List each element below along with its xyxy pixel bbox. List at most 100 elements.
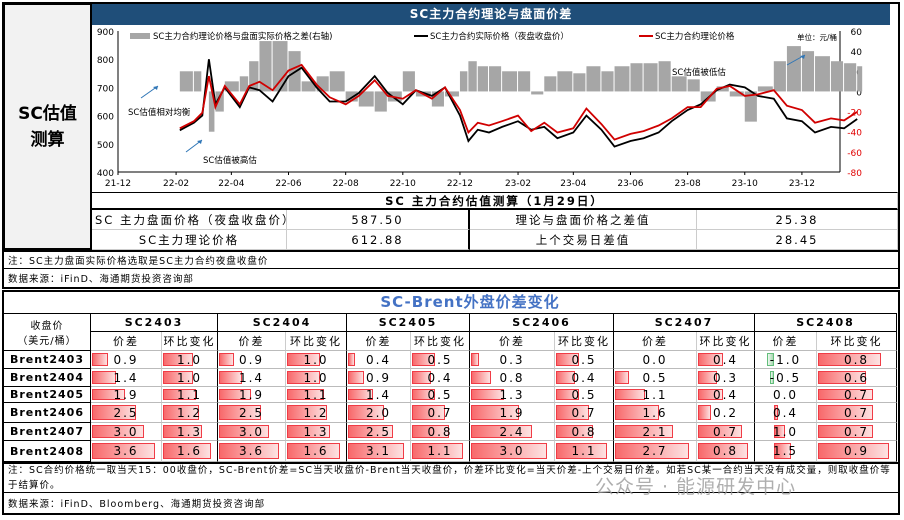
diff-cell: 0.4 — [347, 351, 411, 369]
diff-cell: 2.5 — [218, 403, 286, 423]
change-value: 0.8 — [571, 424, 597, 439]
spread-bar — [193, 71, 202, 92]
row-label: Brent2405 — [3, 387, 91, 403]
diff-value: 0.9 — [238, 352, 265, 367]
diff-value: 1.0 — [772, 424, 799, 439]
market-price-value: 587.50 — [287, 210, 470, 230]
change-cell: 1.0 — [162, 351, 218, 369]
change-cell: 1.6 — [286, 441, 347, 462]
x-tick-label: 23-02 — [505, 179, 531, 189]
diff-value: 1.4 — [113, 370, 139, 385]
y-left-tick: 600 — [97, 113, 114, 123]
diff-value: 1.4 — [238, 370, 265, 385]
corner-label: 收盘价 — [30, 321, 64, 332]
spread-bar — [830, 61, 844, 92]
x-tick-label: 23-08 — [675, 179, 701, 189]
change-value: 0.5 — [571, 352, 597, 367]
legend-actual: SC主力合约实际价格（夜盘收盘价） — [430, 31, 569, 42]
diff-value: 2.1 — [642, 424, 668, 439]
change-cell: 1.1 — [162, 387, 218, 403]
theory-price-value: 612.88 — [287, 230, 470, 250]
change-value: 1.6 — [303, 444, 329, 458]
contract-header: SC2403 — [91, 313, 218, 332]
spread-bar — [557, 71, 573, 92]
contract-header: SC2406 — [470, 313, 614, 332]
data-bar — [471, 353, 479, 366]
diff-cell: 2.0 — [347, 403, 411, 423]
row-label: Brent2404 — [3, 369, 91, 387]
change-value: 1.0 — [303, 370, 329, 385]
change-value: 1.2 — [303, 405, 329, 420]
diff-cell: 1.4 — [347, 387, 411, 403]
diff-cell: 1.9 — [218, 387, 286, 403]
change-value: 1.3 — [176, 424, 203, 439]
diff-cell: -1.0 — [755, 351, 817, 369]
subheader-diff: 价差 — [347, 332, 411, 351]
change-cell: 0.5 — [411, 387, 470, 403]
subheader-change: 环比变化 — [817, 332, 897, 351]
change-value: 1.0 — [303, 352, 329, 367]
contract-header: SC2404 — [218, 313, 347, 332]
x-tick-label: 22-10 — [390, 179, 416, 189]
x-tick-label: 22-02 — [163, 179, 189, 189]
spread-bar — [773, 61, 786, 92]
market-price-label: SC 主力盘面价格（夜盘收盘价） — [92, 210, 287, 230]
change-cell: 0.9 — [817, 441, 897, 462]
diff-cell: 0.9 — [91, 351, 162, 369]
diff-cell: 3.0 — [470, 441, 555, 462]
prev-diff-label: 上个交易日差值 — [470, 230, 697, 250]
change-cell: 0.4 — [555, 369, 614, 387]
change-cell: 0.2 — [697, 403, 755, 423]
subheader-diff: 价差 — [755, 332, 817, 351]
change-value: 0.4 — [712, 352, 739, 367]
diff-cell: -0.5 — [755, 369, 817, 387]
change-value: 0.4 — [571, 370, 597, 385]
diff-cell: 0.5 — [614, 369, 697, 387]
diff-cell: 0.8 — [470, 369, 555, 387]
diff-value: 1.4 — [365, 387, 392, 402]
change-cell: 1.0 — [286, 351, 347, 369]
subheader-change: 环比变化 — [697, 332, 755, 351]
x-tick-label: 22-12 — [447, 179, 473, 189]
change-cell: 1.2 — [286, 403, 347, 423]
change-cell: 0.7 — [411, 403, 470, 423]
spread-bar — [459, 71, 468, 92]
change-cell: 0.4 — [411, 369, 470, 387]
change-value: 0.7 — [712, 424, 739, 439]
spread-bar — [844, 63, 857, 92]
data-bar — [92, 353, 108, 366]
y-right-tick: -60 — [847, 149, 862, 159]
diff-value: 1.1 — [642, 387, 668, 402]
subheader-change: 环比变化 — [555, 332, 614, 351]
spread-bar — [815, 56, 830, 92]
change-value: 0.5 — [427, 387, 453, 402]
diff-value: 3.6 — [113, 444, 139, 458]
spread-bar — [374, 91, 387, 112]
x-tick-label: 23-06 — [617, 179, 643, 189]
x-tick-label: 22-08 — [333, 179, 359, 189]
x-tick-label: 23-12 — [789, 179, 815, 189]
spread-bar — [573, 73, 586, 92]
annotation-overvalued: SC估值被高估 — [203, 155, 257, 166]
section-label: SC估值测算 — [3, 3, 92, 250]
y-right-tick: 40 — [851, 48, 863, 58]
change-cell: 0.7 — [817, 423, 897, 441]
diff-value: 25.38 — [697, 210, 898, 230]
subheader-diff: 价差 — [470, 332, 555, 351]
spread-bar — [402, 71, 415, 92]
diff-cell: 1.4 — [91, 369, 162, 387]
change-cell: 0.8 — [697, 441, 755, 462]
change-cell: 1.0 — [162, 369, 218, 387]
spread-bar — [857, 66, 863, 92]
change-value: 0.4 — [427, 370, 453, 385]
x-tick-label: 21-12 — [105, 179, 131, 189]
subheader-diff: 价差 — [614, 332, 697, 351]
change-cell: 1.1 — [555, 441, 614, 462]
spread-bar — [786, 46, 801, 92]
change-cell: 0.4 — [697, 351, 755, 369]
diff-cell: 1.3 — [470, 387, 555, 403]
y-left-tick: 700 — [97, 84, 114, 94]
x-tick-label: 23-04 — [560, 179, 586, 189]
diff-value: 0.9 — [365, 370, 392, 385]
diff-value: 3.0 — [499, 444, 525, 458]
